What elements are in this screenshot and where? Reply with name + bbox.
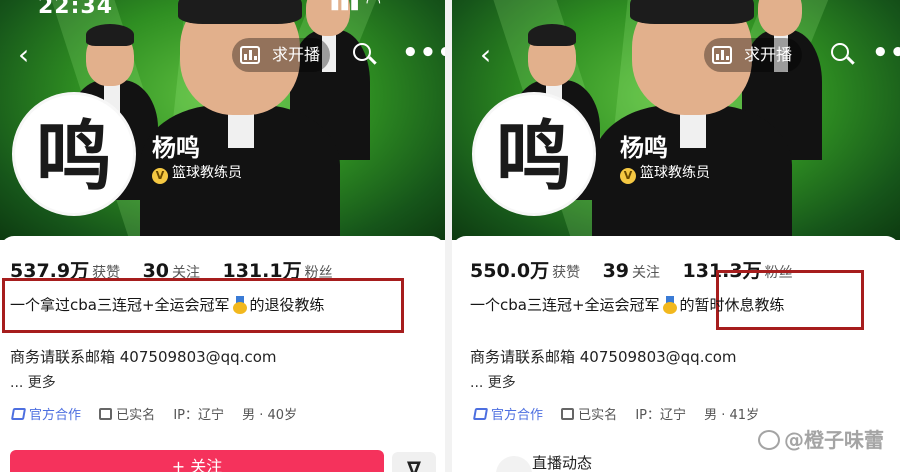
status-icons: ▮▮▮ ◠ (330, 0, 382, 13)
tag-ip: IP：辽宁 (173, 408, 224, 423)
profile-bio: 一个cba三连冠+全运会冠军 的暂时休息教练 (470, 296, 785, 314)
stat-following[interactable]: 39 关注 (603, 260, 678, 282)
verification-label: 篮球教练员 (172, 165, 242, 181)
request-live-label: 求开播 (744, 45, 793, 64)
request-live-label: 求开播 (272, 45, 321, 64)
profile-name: 杨鸣 (620, 134, 668, 162)
medal-icon (662, 296, 677, 314)
profile-tags: 官方合作 已实名 IP：辽宁 男 · 41岁 (472, 404, 773, 423)
request-live-button[interactable]: 求开播 (704, 38, 803, 72)
chart-icon (712, 46, 732, 64)
profile-bio: 一个拿过cba三连冠+全运会冠军 的退役教练 (10, 296, 325, 314)
search-icon[interactable] (828, 40, 858, 70)
follow-button[interactable]: + 关注 (10, 450, 384, 472)
back-icon[interactable]: ‹ (480, 40, 510, 74)
profile-tags: 官方合作 已实名 IP：辽宁 男 · 40岁 (10, 404, 311, 423)
medal-icon (232, 296, 247, 314)
profile-name: 杨鸣 (152, 134, 200, 162)
tag-official[interactable]: 官方合作 (10, 404, 81, 423)
back-icon[interactable]: ‹ (18, 40, 48, 74)
verification-row: V 篮球教练员 (152, 162, 242, 184)
tag-gender-age: 男 · 40岁 (242, 408, 298, 423)
tag-verified: 已实名 (99, 404, 155, 423)
cooperation-icon (10, 408, 27, 420)
chart-icon (240, 46, 260, 64)
more-icon[interactable]: ••• (402, 38, 445, 68)
verified-icon: V (152, 168, 168, 184)
live-activity-link[interactable]: 直播动态 (532, 452, 592, 472)
watermark: @橙子味蕾 (758, 424, 884, 453)
share-button[interactable]: ∇ (392, 452, 436, 472)
contact-email: 商务请联系邮箱 407509803@qq.com (470, 348, 737, 366)
more-icon[interactable]: ••• (872, 38, 900, 68)
search-icon[interactable] (350, 40, 380, 70)
avatar[interactable]: 鸣 (12, 92, 136, 216)
avatar-glyph: 鸣 (496, 112, 572, 201)
contact-email: 商务请联系邮箱 407509803@qq.com (10, 348, 277, 366)
tag-verified: 已实名 (561, 404, 617, 423)
status-time: 22:34 (38, 0, 114, 19)
tag-ip: IP：辽宁 (635, 408, 686, 423)
verification-row: V 篮球教练员 (620, 162, 710, 184)
tag-gender-age: 男 · 41岁 (704, 408, 760, 423)
profile-screenshot-right: ‹ 求开播 ••• 鸣 杨鸣 V篮球教练员 550.0万获赞 39关注 131.… (452, 0, 900, 472)
avatar[interactable]: 鸣 (472, 92, 596, 216)
id-icon (561, 408, 575, 420)
more-link[interactable]: ... 更多 (470, 372, 516, 392)
panel-divider (445, 0, 452, 472)
tag-official[interactable]: 官方合作 (472, 404, 543, 423)
profile-screenshot-left: 22:34 ▮▮▮ ◠ ‹ 求开播 ••• 鸣 杨鸣 V篮球教练员 537.9万… (0, 0, 445, 472)
verification-label: 篮球教练员 (640, 165, 710, 181)
cooperation-icon (472, 408, 489, 420)
watermark-icon (758, 430, 780, 450)
stat-likes[interactable]: 550.0万 获赞 (470, 260, 598, 282)
request-live-button[interactable]: 求开播 (232, 38, 331, 72)
avatar-glyph: 鸣 (36, 112, 112, 201)
more-link[interactable]: ... 更多 (10, 372, 56, 392)
id-icon (99, 408, 113, 420)
verified-icon: V (620, 168, 636, 184)
